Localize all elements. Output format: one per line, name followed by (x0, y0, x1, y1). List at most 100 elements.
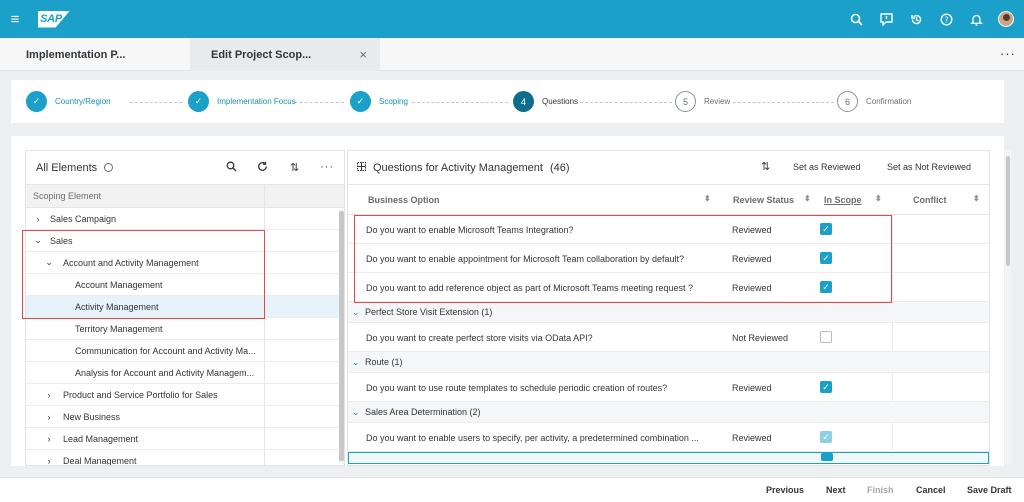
column-header-label: Scoping Element (33, 191, 102, 201)
vertical-scrollbar[interactable] (1005, 150, 1011, 465)
tab-bar: Implementation P... Edit Project Scop...… (0, 38, 1024, 71)
step-label: Country/Region (55, 97, 111, 106)
step-country-region[interactable]: ✓ Country/Region (26, 91, 111, 112)
step-label: Review (704, 97, 731, 106)
question-text: Do you want to use route templates to sc… (366, 383, 668, 393)
step-connector (580, 102, 672, 103)
question-row[interactable] (348, 452, 989, 464)
refresh-icon[interactable] (257, 161, 268, 175)
in-scope-checkbox[interactable] (820, 331, 832, 343)
column-header-business-option[interactable]: Business Option (368, 195, 440, 205)
sort-icon[interactable]: ⬍ (704, 194, 711, 203)
step-confirmation[interactable]: 6 Confirmation (837, 91, 911, 112)
cancel-button[interactable]: Cancel (916, 485, 946, 495)
in-scope-checkbox[interactable] (821, 453, 833, 461)
chevron-right-icon[interactable]: › (43, 456, 55, 466)
step-connector (412, 102, 508, 103)
questions-panel: Questions for Activity Management (46) ⇅… (347, 150, 990, 466)
check-icon: ✓ (350, 91, 371, 112)
feedback-icon[interactable] (878, 11, 894, 27)
sort-icon[interactable]: ⬍ (875, 194, 882, 203)
in-scope-checkbox[interactable]: ✓ (820, 431, 832, 443)
panel-title: Questions for Activity Management (373, 161, 543, 174)
set-as-not-reviewed-button[interactable]: Set as Not Reviewed (887, 162, 971, 172)
history-icon[interactable] (908, 11, 924, 27)
question-row[interactable]: Do you want to create perfect store visi… (348, 323, 989, 352)
question-count: (46) (549, 161, 570, 174)
scrollbar-thumb[interactable] (339, 211, 344, 461)
help-icon[interactable]: ? (938, 11, 954, 27)
save-draft-button[interactable]: Save Draft (967, 485, 1012, 495)
chevron-right-icon[interactable]: › (43, 434, 55, 444)
column-header-conflict[interactable]: Conflict (913, 195, 947, 205)
tab-overflow-icon[interactable]: ··· (1000, 46, 1016, 61)
step-number: 6 (837, 91, 858, 112)
tree-row[interactable]: › Sales Campaign (26, 208, 344, 230)
tab-label: Implementation P... (26, 48, 126, 61)
more-icon[interactable]: ··· (320, 161, 334, 173)
step-implementation-focus[interactable]: ✓ Implementation Focus (188, 91, 296, 112)
group-header[interactable]: ⌄ Perfect Store Visit Extension (1) (348, 302, 989, 323)
group-header[interactable]: ⌄ Sales Area Determination (2) (348, 402, 989, 423)
group-label: Route (1) (365, 357, 403, 367)
review-status: Reviewed (732, 383, 772, 393)
review-status: Not Reviewed (732, 333, 789, 343)
chevron-down-icon[interactable]: ⌄ (352, 307, 360, 318)
tree-row[interactable]: Analysis for Account and Activity Manage… (26, 362, 344, 384)
check-icon: ✓ (188, 91, 209, 112)
previous-button[interactable]: Previous (766, 485, 804, 495)
group-label: Perfect Store Visit Extension (1) (365, 307, 493, 317)
info-icon[interactable] (104, 163, 114, 172)
search-icon[interactable] (226, 161, 237, 175)
chevron-right-icon[interactable]: › (43, 390, 55, 400)
shell-bar: ≡ SAP ? (0, 0, 1024, 38)
review-status: Reviewed (732, 433, 772, 443)
tree-row[interactable]: Territory Management (26, 318, 344, 340)
vertical-scrollbar[interactable] (339, 209, 344, 464)
footer-toolbar: Previous Next Finish Cancel Save Draft (0, 477, 1024, 502)
step-questions[interactable]: 4 Questions (513, 91, 578, 112)
sort-icon[interactable]: ⬍ (804, 194, 811, 203)
tab-edit-project-scope[interactable]: Edit Project Scop... × (190, 38, 380, 71)
tree-row[interactable]: › Deal Management (26, 450, 344, 466)
chevron-down-icon[interactable]: ⌄ (352, 407, 360, 418)
group-header[interactable]: ⌄ Route (1) (348, 352, 989, 373)
step-scoping[interactable]: ✓ Scoping (350, 91, 408, 112)
set-as-reviewed-button[interactable]: Set as Reviewed (793, 162, 861, 172)
sort-icon[interactable]: ⬍ (973, 194, 980, 203)
sap-logo[interactable]: SAP (38, 10, 70, 28)
hamburger-menu-icon[interactable]: ≡ (0, 11, 30, 28)
finish-button[interactable]: Finish (867, 485, 894, 495)
close-tab-icon[interactable]: × (359, 47, 367, 62)
notification-icon[interactable] (968, 11, 984, 27)
column-header-review-status[interactable]: Review Status (733, 195, 794, 205)
chevron-right-icon[interactable]: › (32, 214, 44, 224)
sort-icon[interactable]: ⇅ (290, 161, 299, 174)
svg-text:?: ? (944, 15, 948, 24)
question-row[interactable]: Do you want to use route templates to sc… (348, 373, 989, 402)
tab-label: Edit Project Scop... (211, 48, 312, 61)
tree-row[interactable]: › Product and Service Portfolio for Sale… (26, 384, 344, 406)
tree-row-label: Deal Management (63, 455, 137, 466)
step-review[interactable]: 5 Review (675, 91, 730, 112)
highlight-box (22, 230, 265, 319)
step-number: 4 (513, 91, 534, 112)
search-icon[interactable] (848, 11, 864, 27)
check-icon: ✓ (26, 91, 47, 112)
group-label: Sales Area Determination (2) (365, 407, 481, 417)
user-avatar[interactable] (998, 11, 1014, 27)
chevron-down-icon[interactable]: ⌄ (352, 357, 360, 368)
tree-row-label: Communication for Account and Activity M… (75, 345, 256, 356)
scrollbar-thumb[interactable] (1006, 156, 1010, 266)
tree-row[interactable]: › Lead Management (26, 428, 344, 450)
tree-row[interactable]: Communication for Account and Activity M… (26, 340, 344, 362)
in-scope-checkbox[interactable]: ✓ (820, 381, 832, 393)
tab-implementation-projects[interactable]: Implementation P... (0, 38, 190, 71)
question-row[interactable]: Do you want to enable users to specify, … (348, 423, 989, 452)
next-button[interactable]: Next (826, 485, 846, 495)
column-header-scoping-element[interactable]: Scoping Element (26, 185, 344, 208)
chevron-right-icon[interactable]: › (43, 412, 55, 422)
column-header-in-scope[interactable]: In Scope (824, 195, 862, 205)
tree-row[interactable]: › New Business (26, 406, 344, 428)
sort-icon[interactable]: ⇅ (761, 160, 770, 173)
